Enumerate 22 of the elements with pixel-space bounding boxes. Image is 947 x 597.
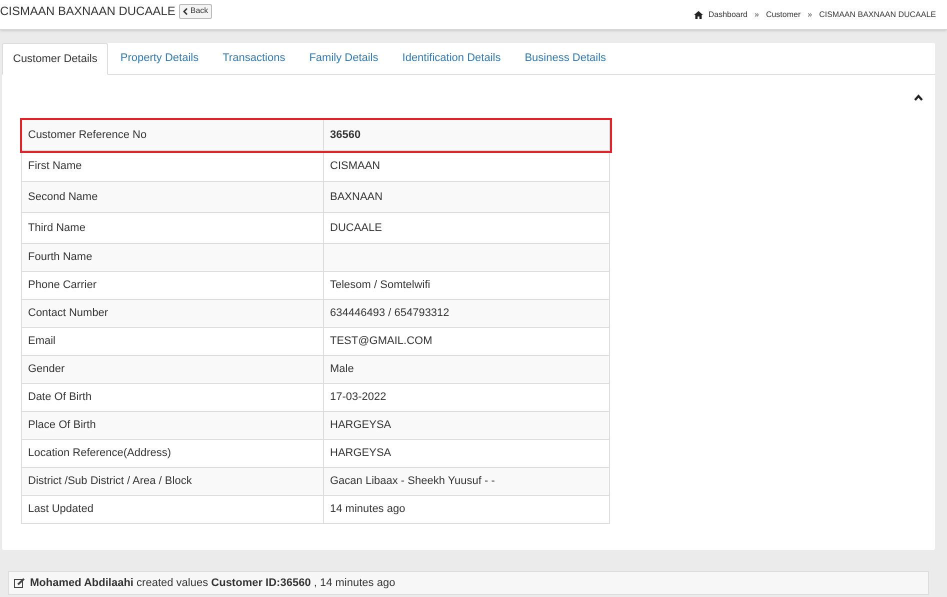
- tab[interactable]: Customer Details: [2, 43, 108, 75]
- tab[interactable]: Business Details: [512, 42, 618, 74]
- edit-icon: [14, 578, 25, 588]
- tab[interactable]: Property Details: [108, 42, 211, 74]
- field-value: 36560: [324, 120, 610, 150]
- breadcrumb-link[interactable]: Customer: [766, 9, 801, 21]
- back-button[interactable]: Back: [179, 4, 212, 18]
- collapse-icon: [914, 94, 923, 101]
- breadcrumb-separator: »: [806, 9, 814, 21]
- field-label: Last Updated: [22, 496, 324, 524]
- breadcrumb-current: CISMAAN BAXNAAN DUCAALE: [819, 9, 936, 21]
- tab[interactable]: Identification Details: [390, 42, 513, 74]
- page-title: CISMAAN BAXNAAN DUCAALE: [0, 3, 176, 20]
- field-value: 14 minutes ago: [324, 496, 610, 524]
- breadcrumb-link[interactable]: Dashboard: [708, 9, 748, 21]
- tab[interactable]: Family Details: [297, 42, 390, 74]
- home-icon: [694, 11, 704, 19]
- chevron-left-icon: [183, 8, 188, 14]
- breadcrumb-separator: »: [753, 9, 760, 21]
- tab[interactable]: Transactions: [210, 42, 298, 74]
- activity-text: Mohamed Abdilaahi created values Customer ID:36560 , 14 minutes ago: [30, 576, 396, 591]
- field-label: Customer Reference No: [22, 120, 324, 150]
